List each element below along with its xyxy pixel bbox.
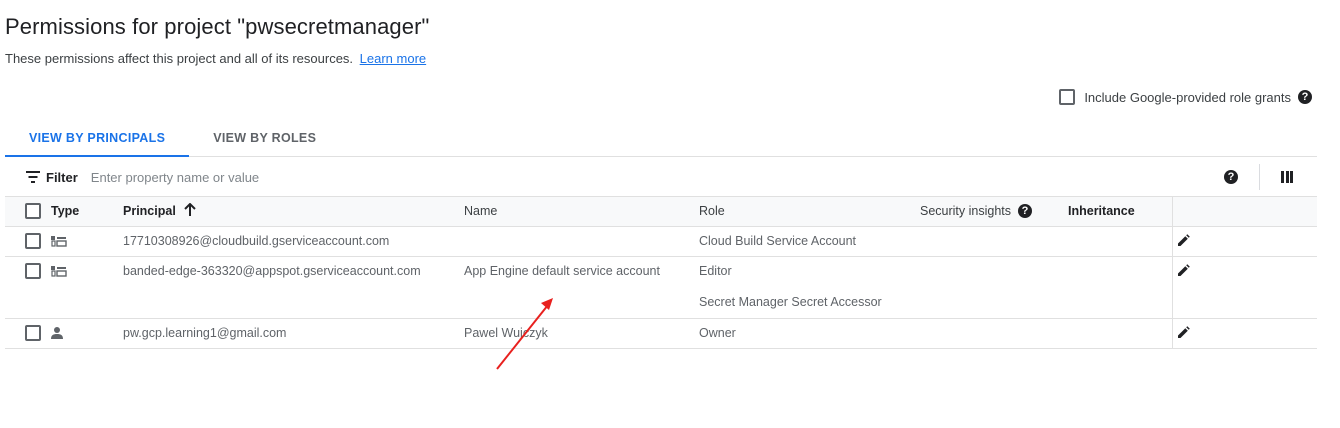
principal-name: App Engine default service account xyxy=(464,264,660,278)
table-header-row: Type Principal Name Role Security insigh… xyxy=(5,197,1317,227)
row-checkbox[interactable] xyxy=(25,325,41,341)
service-account-icon xyxy=(51,265,67,277)
tab-view-by-roles[interactable]: VIEW BY ROLES xyxy=(189,120,340,156)
principal-email: banded-edge-363320@appspot.gserviceaccou… xyxy=(123,264,421,278)
principal-email: 17710308926@cloudbuild.gserviceaccount.c… xyxy=(123,234,390,248)
security-insights-label: Security insights xyxy=(920,204,1012,219)
edit-pencil-icon[interactable] xyxy=(1177,263,1191,280)
subtitle-text: These permissions affect this project an… xyxy=(5,51,354,66)
help-icon[interactable]: ? xyxy=(1018,204,1033,219)
column-header-inheritance[interactable]: Inheritance xyxy=(1068,197,1172,227)
page-subtitle: These permissions affect this project an… xyxy=(5,51,426,66)
column-header-actions xyxy=(1171,197,1317,227)
filter-icon[interactable] xyxy=(25,171,41,183)
edit-pencil-icon[interactable] xyxy=(1177,233,1191,250)
sort-ascending-icon[interactable] xyxy=(184,202,196,220)
column-header-name[interactable]: Name xyxy=(464,197,699,227)
learn-more-link[interactable]: Learn more xyxy=(360,51,426,66)
column-header-role[interactable]: Role xyxy=(699,197,920,227)
role-label: Editor xyxy=(699,264,732,278)
include-google-grants: Include Google-provided role grants ? xyxy=(1059,89,1312,105)
include-grants-checkbox[interactable] xyxy=(1059,89,1076,105)
role-label: Secret Manager Secret Accessor xyxy=(699,294,882,309)
filter-help-icon[interactable]: ? xyxy=(1224,170,1238,184)
help-icon[interactable]: ? xyxy=(1298,90,1312,104)
table-row: banded-edge-363320@appspot.gserviceaccou… xyxy=(5,256,1317,319)
view-tabs: VIEW BY PRINCIPALS VIEW BY ROLES xyxy=(5,120,1317,157)
filter-input[interactable] xyxy=(90,169,591,185)
page-title: Permissions for project "pwsecretmanager… xyxy=(5,14,430,39)
role-label: Cloud Build Service Account xyxy=(699,234,857,248)
role-label: Owner xyxy=(699,326,736,340)
table-row: pw.gcp.learning1@gmail.com Pawel Wujczyk… xyxy=(5,318,1317,349)
select-all-checkbox[interactable] xyxy=(25,203,41,220)
edit-pencil-icon[interactable] xyxy=(1177,325,1191,342)
column-header-security-insights[interactable]: Security insights ? xyxy=(920,197,1068,227)
column-header-type[interactable]: Type xyxy=(51,197,123,227)
divider xyxy=(1259,164,1260,190)
principal-name: Pawel Wujczyk xyxy=(464,326,548,340)
row-checkbox[interactable] xyxy=(25,263,41,279)
person-icon xyxy=(51,327,63,339)
service-account-icon xyxy=(51,235,67,247)
include-grants-label: Include Google-provided role grants xyxy=(1084,89,1291,105)
filter-label: Filter xyxy=(46,169,78,185)
filter-bar: Filter ? xyxy=(5,158,1317,197)
column-display-icon[interactable] xyxy=(1281,171,1293,183)
principal-email: pw.gcp.learning1@gmail.com xyxy=(123,326,287,340)
table-row: 17710308926@cloudbuild.gserviceaccount.c… xyxy=(5,226,1317,257)
column-header-principal[interactable]: Principal xyxy=(123,197,464,227)
tab-view-by-principals[interactable]: VIEW BY PRINCIPALS xyxy=(5,120,190,157)
principal-name xyxy=(464,227,699,256)
principal-header-label: Principal xyxy=(123,204,176,219)
row-checkbox[interactable] xyxy=(25,233,41,249)
permissions-table: Type Principal Name Role Security insigh… xyxy=(5,197,1317,349)
